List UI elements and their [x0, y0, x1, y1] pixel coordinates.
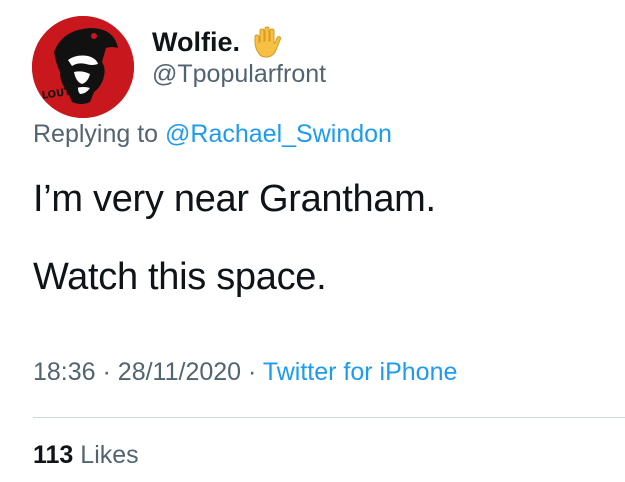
tweet-meta: 18:36 · 28/11/2020 · Twitter for iPhone [33, 358, 457, 387]
replying-to: Replying to @Rachael_Swindon [33, 120, 392, 149]
tweet-time[interactable]: 18:36 [33, 358, 96, 386]
divider [33, 417, 625, 418]
avatar-image: LOUTH [32, 16, 134, 118]
raised-hand-icon [250, 25, 284, 59]
tweet-text-line-2: Watch this space. [33, 256, 327, 298]
meta-separator: · [248, 358, 257, 386]
avatar[interactable]: LOUTH [32, 16, 134, 118]
likes-stat[interactable]: 113 Likes [33, 441, 139, 470]
name-row: Wolfie. [152, 22, 284, 62]
meta-separator: · [102, 358, 111, 386]
tweet-text-line-1: I’m very near Grantham. [33, 178, 436, 220]
user-handle[interactable]: @Tpopularfront [152, 60, 326, 89]
replying-to-prefix: Replying to [33, 120, 159, 148]
tweet-source-link[interactable]: Twitter for iPhone [263, 358, 458, 386]
tweet-date[interactable]: 28/11/2020 [118, 358, 241, 386]
likes-count: 113 [33, 441, 74, 469]
likes-label: Likes [80, 441, 139, 469]
reply-mention-link[interactable]: @Rachael_Swindon [165, 120, 392, 148]
display-name[interactable]: Wolfie. [152, 27, 240, 58]
